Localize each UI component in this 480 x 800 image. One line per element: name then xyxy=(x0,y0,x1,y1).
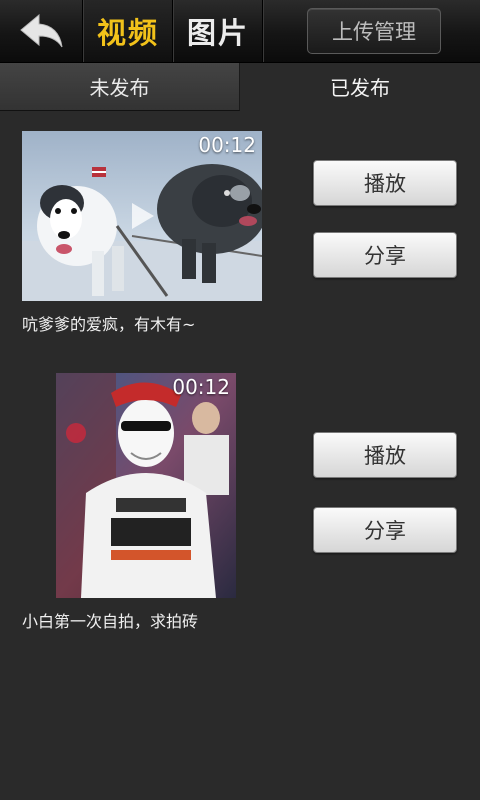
upload-manage-button[interactable]: 上传管理 xyxy=(307,8,441,54)
video-caption: 吭爹爹的爱疯，有木有~ xyxy=(22,315,196,334)
top-bar: 视频 图片 上传管理 xyxy=(0,0,480,63)
share-button[interactable]: 分享 xyxy=(313,507,457,553)
video-duration: 00:12 xyxy=(198,133,256,157)
play-button[interactable]: 播放 xyxy=(313,160,457,206)
tab-unpublished[interactable]: 未发布 xyxy=(0,63,240,111)
video-caption: 小白第一次自拍，求拍砖 xyxy=(22,612,199,631)
tab-image[interactable]: 图片 xyxy=(174,0,263,62)
back-arrow-icon xyxy=(20,13,63,48)
selfie-image xyxy=(56,373,236,598)
video-duration: 00:12 xyxy=(172,375,230,399)
back-button[interactable] xyxy=(0,0,83,62)
play-button[interactable]: 播放 xyxy=(313,432,457,478)
share-button[interactable]: 分享 xyxy=(313,232,457,278)
video-thumbnail[interactable]: 00:12 xyxy=(56,373,236,598)
tab-published[interactable]: 已发布 xyxy=(240,63,480,110)
tab-video[interactable]: 视频 xyxy=(84,0,173,62)
video-thumbnail[interactable]: 00:12 xyxy=(22,131,262,301)
